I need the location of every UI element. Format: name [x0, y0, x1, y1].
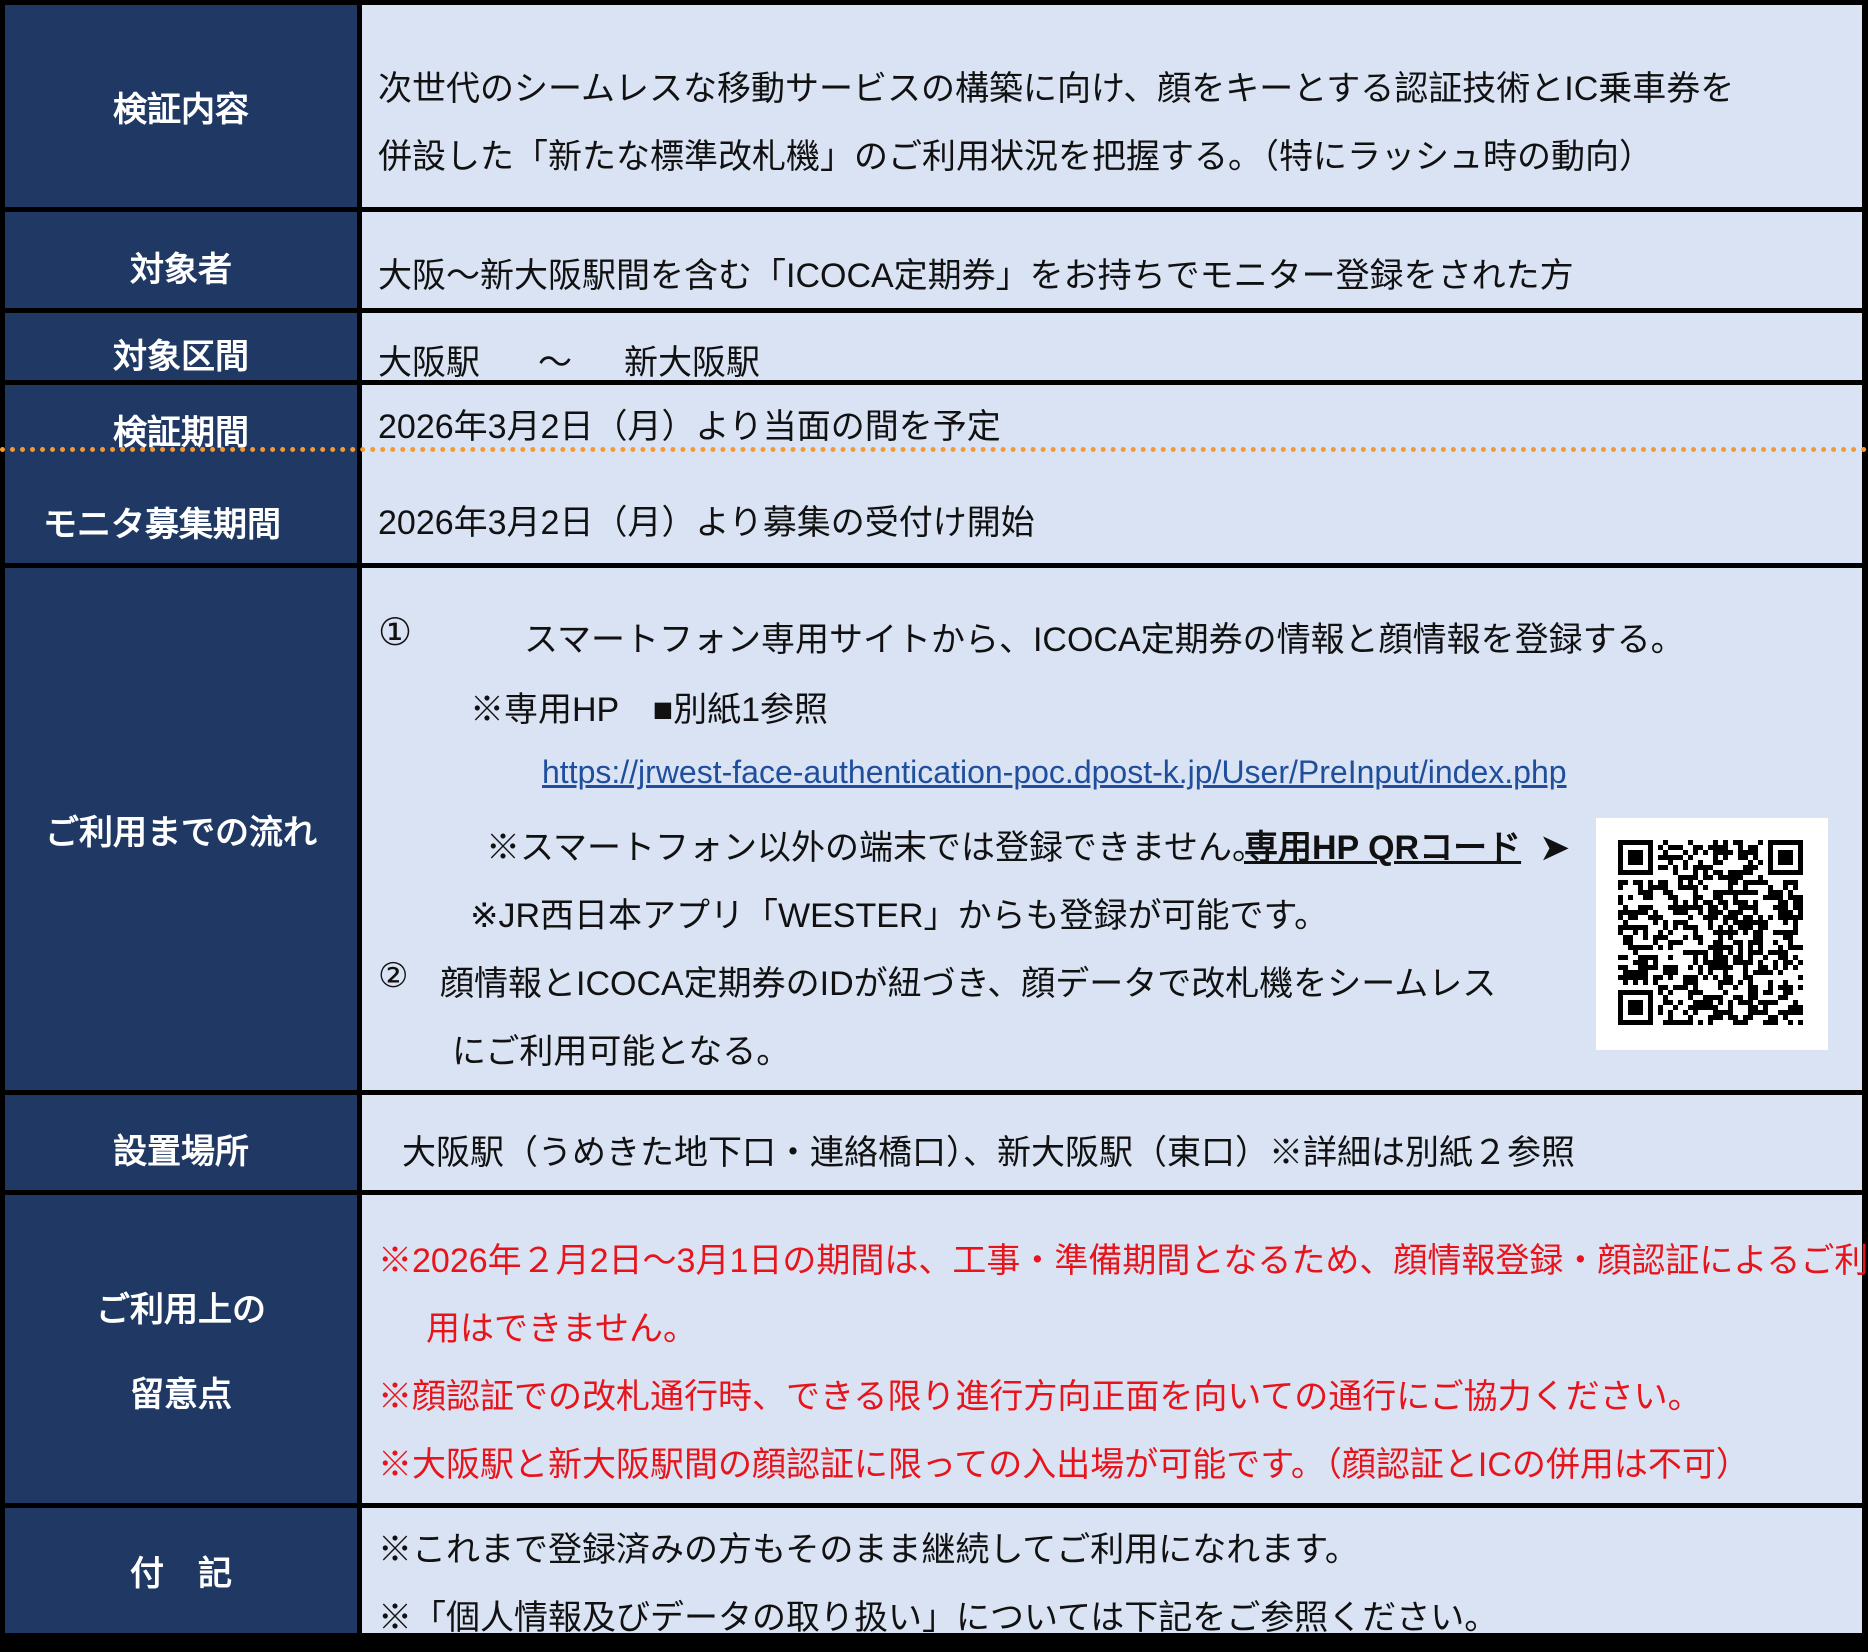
- qr-code-icon[interactable]: [1596, 818, 1828, 1050]
- row-content: ※これまで登録済みの方もそのまま継続してご利用になれます。 ※「個人情報及びデー…: [362, 1508, 1862, 1637]
- row-verification: 検証内容 次世代のシームレスな移動サービスの構築に向け、顔をキーとする認証技術と…: [0, 5, 1868, 207]
- row-flow: ご利用までの流れ ① スマートフォン専用サイトから、ICOCA定期券の情報と顔情…: [0, 568, 1868, 1090]
- caution-line: ※顔認証での改札通行時、できる限り進行方向正面を向いての通行にご協力ください。: [378, 1378, 1702, 1416]
- caution-heading: 留意点: [130, 1376, 232, 1414]
- caution-line: 用はできません。: [426, 1310, 697, 1348]
- row-target: 対象者 大阪～新大阪駅間を含む「ICOCA定期券」をお持ちでモニター登録をされた…: [0, 212, 1868, 308]
- app-note: ※JR西日本アプリ「WESTER」からも登録が可能です。: [470, 897, 1329, 935]
- step1-number: ①: [378, 612, 413, 654]
- recruit-text: 2026年3月2日（月）より募集の受付け開始: [378, 504, 1035, 542]
- notes-line: ※「個人情報及びデータの取り扱い」については下記をご参照ください。: [378, 1599, 1499, 1637]
- row-notes: 付 記 ※これまで登録済みの方もそのまま継続してご利用になれます。 ※「個人情報…: [0, 1508, 1868, 1637]
- caution-heading: ご利用上の: [96, 1291, 266, 1329]
- hp-note: ※専用HP ■別紙1参照: [470, 691, 829, 729]
- target-text: 大阪～新大阪駅間を含む「ICOCA定期券」をお持ちでモニター登録をされた方: [378, 257, 1574, 295]
- section-to: 新大阪駅: [624, 344, 760, 382]
- caution-line: ※2026年２月2日～3月1日の期間は、工事・準備期間となるため、顔情報登録・顔…: [378, 1242, 1868, 1280]
- row-content: 次世代のシームレスな移動サービスの構築に向け、顔をキーとする認証技術とIC乗車券…: [362, 5, 1862, 207]
- row-content: ※2026年２月2日～3月1日の期間は、工事・準備期間となるため、顔情報登録・顔…: [362, 1195, 1868, 1503]
- verification-line: 次世代のシームレスな移動サービスの構築に向け、顔をキーとする認証技術とIC乗車券…: [378, 70, 1735, 108]
- row-heading: ご利用上の 留意点: [5, 1195, 357, 1503]
- caution-line: ※大阪駅と新大阪駅間の顔認証に限っての入出場が可能です。（顔認証とICの併用は不…: [378, 1446, 1750, 1484]
- row-caution: ご利用上の 留意点 ※2026年２月2日～3月1日の期間は、工事・準備期間となる…: [0, 1195, 1868, 1503]
- location-text: 大阪駅（うめきた地下口・連絡橋口）、新大阪駅（東口）※詳細は別紙２参照: [402, 1134, 1575, 1172]
- qr-label: 専用HP QRコード ➤: [1244, 820, 1569, 869]
- row-content: 大阪～新大阪駅間を含む「ICOCA定期券」をお持ちでモニター登録をされた方: [362, 212, 1862, 308]
- period-text: 2026年3月2日（月）より当面の間を予定: [378, 408, 1001, 446]
- row-periods: 検証期間 モニタ募集期間 2026年3月2日（月）より当面の間を予定 2026年…: [0, 385, 1868, 563]
- row-heading: 付 記: [5, 1508, 357, 1633]
- row-heading-group: 検証期間 モニタ募集期間: [5, 385, 357, 563]
- section-separator: ～: [538, 344, 572, 382]
- row-heading: ご利用までの流れ: [5, 568, 357, 1090]
- info-table: 検証内容 次世代のシームレスな移動サービスの構築に向け、顔をキーとする認証技術と…: [0, 0, 1868, 1652]
- step2-line: にご利用可能となる。: [452, 1033, 791, 1071]
- step2-line: 顔情報とICOCA定期券のIDが紐づき、顔データで改札機をシームレス: [440, 965, 1497, 1003]
- device-note: ※スマートフォン以外の端末では登録できません。: [486, 829, 1266, 867]
- notes-line: ※これまで登録済みの方もそのまま継続してご利用になれます。: [378, 1531, 1359, 1569]
- section-from: 大阪駅: [378, 344, 480, 382]
- row-content: 大阪駅 ～ 新大阪駅: [362, 313, 1862, 382]
- row-heading: 設置場所: [5, 1095, 357, 1190]
- arrow-right-icon: ➤: [1540, 829, 1570, 867]
- row-section: 対象区間 大阪駅 ～ 新大阪駅: [0, 313, 1868, 382]
- row-heading: 検証内容: [5, 5, 357, 207]
- step1-text: スマートフォン専用サイトから、ICOCA定期券の情報と顔情報を登録する。: [524, 621, 1685, 659]
- qr-code-graphic: [1618, 840, 1803, 1025]
- row-heading: 対象者: [5, 212, 357, 308]
- row-content: 大阪駅（うめきた地下口・連絡橋口）、新大阪駅（東口）※詳細は別紙２参照: [362, 1095, 1862, 1190]
- row-location: 設置場所 大阪駅（うめきた地下口・連絡橋口）、新大阪駅（東口）※詳細は別紙２参照: [0, 1095, 1868, 1190]
- row-heading: 対象区間: [5, 313, 357, 380]
- registration-link[interactable]: https://jrwest-face-authentication-poc.d…: [542, 754, 1567, 791]
- verification-line: 併設した「新たな標準改札機」のご利用状況を把握する。（特にラッシュ時の動向）: [378, 138, 1653, 176]
- step2-number: ②: [378, 957, 409, 995]
- dotted-divider: [0, 447, 1868, 452]
- recruit-heading: モニタ募集期間: [43, 506, 281, 544]
- row-content: 2026年3月2日（月）より当面の間を予定 2026年3月2日（月）より募集の受…: [362, 385, 1862, 563]
- qr-label-text: 専用HP QRコード: [1244, 829, 1522, 867]
